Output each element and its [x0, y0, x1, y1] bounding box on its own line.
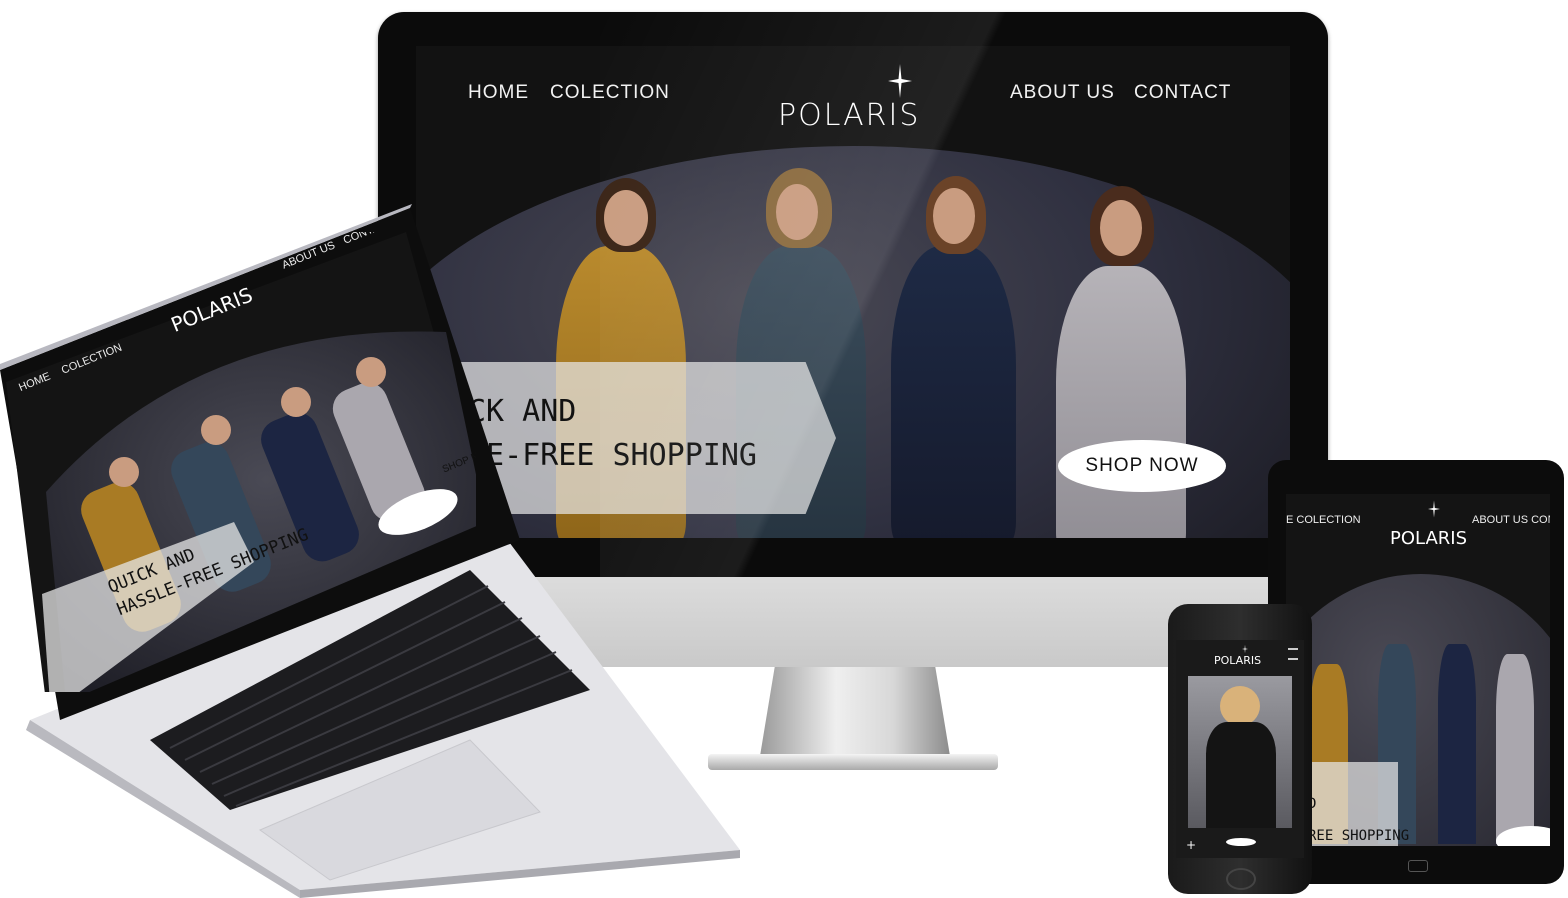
phone-star-icon: [1242, 644, 1248, 654]
phone-hero-image: [1188, 676, 1292, 828]
tablet-banner-line-2: REE SHOPPING: [1308, 828, 1410, 844]
phone-shop-now-button[interactable]: [1226, 838, 1256, 846]
laptop-screen: HOME COLECTION POLARIS ABOUT US CONTACT …: [6, 232, 476, 692]
laptop-nav-about-link[interactable]: ABOUT US: [280, 239, 336, 271]
tablet-model-3: [1438, 644, 1476, 844]
imac-stand-neck: [760, 664, 950, 756]
tablet-model-4: [1496, 654, 1534, 844]
shop-now-button[interactable]: SHOP NOW: [1058, 440, 1226, 492]
laptop-site-logo[interactable]: POLARIS: [168, 283, 256, 337]
laptop-nav-collection-link[interactable]: COLECTION: [60, 342, 124, 377]
phone-plus-icon[interactable]: +: [1186, 838, 1196, 852]
phone-site-logo[interactable]: POLARIS: [1214, 654, 1261, 667]
site-logo[interactable]: POLARIS: [778, 98, 920, 133]
model-image-3: [891, 176, 1016, 538]
nav-contact-link[interactable]: CONTACT: [1134, 82, 1231, 104]
phone-menu-icon[interactable]: [1288, 648, 1298, 660]
laptop-nav-home-link[interactable]: HOME: [17, 371, 52, 394]
nav-collection-link[interactable]: COLECTION: [550, 82, 670, 104]
phone-screen: POLARIS +: [1176, 640, 1304, 858]
nav-home-link[interactable]: HOME: [468, 82, 529, 104]
tablet-screen: E COLECTION ABOUT US CONT POLARIS D REE …: [1286, 494, 1550, 846]
tablet-home-button[interactable]: [1408, 860, 1428, 872]
laptop-nav-contact-link[interactable]: CONTACT: [342, 232, 395, 247]
phone-home-button[interactable]: [1226, 868, 1256, 890]
star-icon: [888, 64, 912, 98]
tablet-star-icon: [1428, 500, 1440, 518]
tablet-nav-collection-link[interactable]: E COLECTION: [1286, 514, 1361, 526]
tablet-site-logo[interactable]: POLARIS: [1390, 528, 1467, 549]
nav-about-link[interactable]: ABOUT US: [1010, 82, 1115, 104]
laptop-shop-now-button[interactable]: SHOP NOW: [441, 444, 476, 475]
model-image-4: [1056, 186, 1186, 538]
tablet-nav-right-links[interactable]: ABOUT US CONT: [1472, 514, 1550, 526]
